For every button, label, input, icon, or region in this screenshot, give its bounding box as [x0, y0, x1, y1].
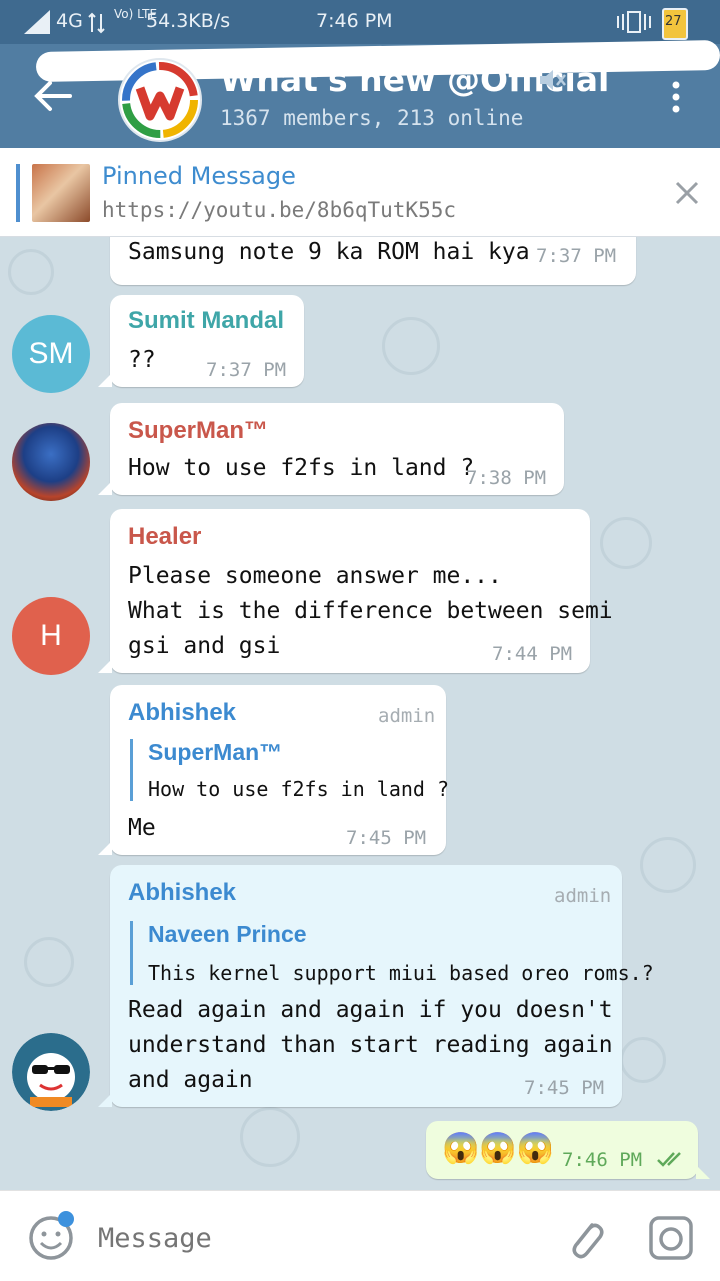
reply-quote-text[interactable]: How to use f2fs in land ?	[148, 777, 449, 801]
message-line: What is the difference between semi	[128, 598, 613, 624]
double-check-icon	[657, 1152, 681, 1167]
message-time: 7:45 PM	[524, 1077, 605, 1099]
group-avatar[interactable]	[118, 58, 202, 142]
status-time: 7:46 PM	[316, 10, 393, 32]
pinned-title: Pinned Message	[102, 162, 296, 190]
back-arrow-icon[interactable]	[30, 78, 74, 114]
sender-name[interactable]: Healer	[128, 523, 201, 551]
more-options-icon[interactable]	[664, 80, 688, 114]
sender-name[interactable]: Sumit Mandal	[128, 307, 284, 335]
reply-quote-name[interactable]: SuperMan™	[148, 739, 282, 766]
wallpaper-doodle	[8, 249, 54, 295]
sunglasses-face-icon	[12, 1033, 90, 1111]
vibrate-icon	[617, 11, 651, 33]
message-time: 7:46 PM	[562, 1149, 643, 1171]
reply-quote-bar	[130, 739, 133, 801]
message-time: 7:37 PM	[206, 359, 287, 381]
message-text: Me	[128, 815, 156, 841]
message-time: 7:45 PM	[346, 827, 427, 849]
message-text: ??	[128, 347, 156, 373]
message-input[interactable]	[96, 1217, 520, 1259]
wallpaper-doodle	[240, 1107, 300, 1167]
signal-icon	[24, 10, 50, 34]
wallpaper-doodle	[24, 937, 74, 987]
message-line: gsi and gsi	[128, 633, 281, 659]
wallpaper-doodle	[382, 317, 440, 375]
mute-icon	[540, 70, 566, 90]
message-line: Read again and again if you doesn't	[128, 997, 613, 1023]
reply-quote-bar	[130, 921, 133, 985]
admin-badge: admin	[378, 705, 436, 727]
message-bubble[interactable]: Healer Please someone answer me... What …	[98, 509, 613, 673]
reply-quote-text[interactable]: This kernel support miui based oreo roms…	[148, 961, 654, 985]
message-input-bar	[0, 1190, 720, 1281]
message-line: understand than start reading again	[128, 1032, 613, 1058]
message-time: 7:44 PM	[492, 643, 573, 665]
avatar-superman[interactable]	[12, 423, 90, 501]
sender-name[interactable]: Abhishek	[128, 879, 236, 907]
message-line: and again	[128, 1067, 253, 1093]
message-time: 7:37 PM	[536, 245, 617, 267]
message-bubble[interactable]: Abhishek admin Naveen Prince This kernel…	[98, 865, 654, 1107]
message-line: Please someone answer me...	[128, 563, 502, 589]
message-bubble[interactable]: Sumit Mandal ?? 7:37 PM	[98, 295, 304, 387]
data-arrows-icon	[88, 12, 105, 34]
chat-area[interactable]: Samsung note 9 ka ROM hai kya 7:37 PM SM…	[0, 237, 720, 1190]
message-text: How to use f2fs in land ?	[128, 455, 475, 481]
reply-quote-name[interactable]: Naveen Prince	[148, 921, 307, 948]
message-bubble[interactable]: SuperMan™ How to use f2fs in land ? 7:38…	[98, 403, 564, 495]
status-bar: 4G Vo) LTE 54.3KB/s 7:46 PM 27	[0, 0, 720, 44]
pinned-thumbnail	[32, 164, 90, 222]
volte-label: Vo) LTE	[114, 7, 158, 21]
close-icon[interactable]	[674, 180, 700, 206]
message-bubble[interactable]: Abhishek admin SuperMan™ How to use f2fs…	[98, 685, 449, 855]
message-text: Samsung note 9 ka ROM hai kya	[128, 239, 530, 265]
pinned-link: https://youtu.be/8b6qTutK55c	[102, 198, 457, 222]
message-bubble[interactable]: Samsung note 9 ka ROM hai kya 7:37 PM	[110, 237, 636, 285]
avatar-abhishek[interactable]	[12, 1033, 90, 1111]
wallpaper-doodle	[640, 837, 696, 893]
wallpaper-doodle	[600, 517, 652, 569]
group-logo-icon	[122, 62, 198, 138]
network-speed: 54.3KB/s	[146, 10, 231, 32]
sender-name[interactable]: Abhishek	[128, 699, 236, 727]
attach-icon[interactable]	[562, 1215, 608, 1261]
battery-level: 27	[665, 14, 682, 29]
avatar-healer[interactable]: H	[12, 597, 90, 675]
avatar-sumit-mandal[interactable]: SM	[12, 315, 90, 393]
admin-badge: admin	[554, 885, 612, 907]
chat-subtitle: 1367 members, 213 online	[220, 106, 524, 130]
wallpaper-doodle	[620, 1037, 666, 1083]
message-time: 7:38 PM	[466, 467, 547, 489]
outgoing-message-bubble[interactable]: 😱😱😱 7:46 PM	[426, 1121, 710, 1179]
network-type: 4G	[56, 10, 83, 32]
emoji-notification-dot	[58, 1211, 74, 1227]
pinned-message[interactable]: Pinned Message https://youtu.be/8b6qTutK…	[0, 148, 720, 237]
camera-icon[interactable]	[648, 1215, 694, 1261]
message-emoji: 😱😱😱	[442, 1131, 555, 1166]
sender-name[interactable]: SuperMan™	[128, 417, 268, 445]
pinned-accent-bar	[16, 164, 20, 222]
